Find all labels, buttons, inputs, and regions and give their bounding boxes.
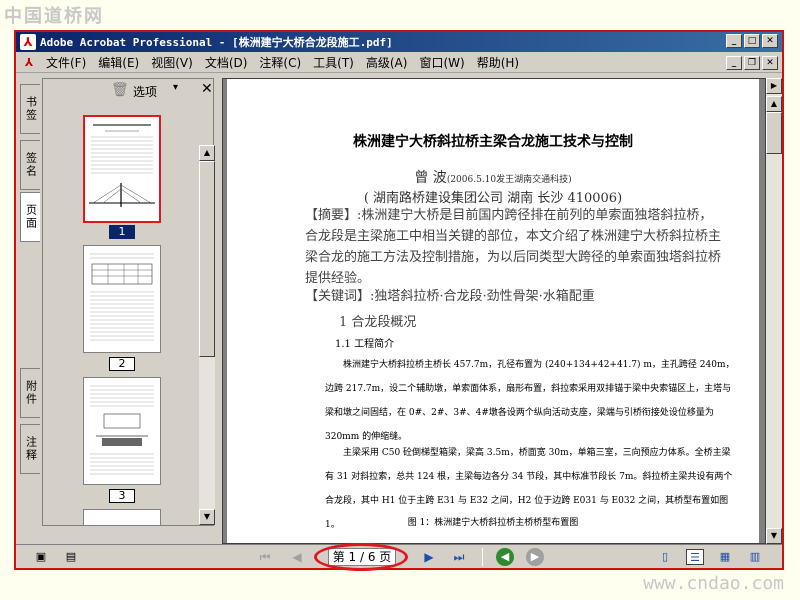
thumbnail-3-preview	[90, 385, 154, 475]
tab-comments[interactable]: 注释	[20, 424, 40, 474]
tab-pages[interactable]: 页面	[20, 192, 40, 242]
doc-scroll-up-icon[interactable]: ▲	[766, 96, 782, 112]
single-page-icon[interactable]: ▯	[656, 549, 674, 565]
close-icon[interactable]: ✕	[201, 81, 213, 97]
monitor-icon[interactable]: ▣	[32, 549, 50, 565]
title-bar: ⅄ Adobe Acrobat Professional - [株洲建宁大桥合龙…	[16, 32, 782, 52]
continuous-facing-icon[interactable]: ▥	[746, 549, 764, 565]
close-button[interactable]: ✕	[762, 34, 778, 48]
page-label-1[interactable]: 1	[109, 225, 135, 239]
menu-tools[interactable]: 工具(T)	[307, 54, 360, 71]
options-menu-label[interactable]: 选项	[133, 83, 157, 100]
previous-page-icon[interactable]: ◀	[288, 549, 306, 565]
scroll-up-icon[interactable]: ▲	[199, 145, 215, 161]
acrobat-app-icon: ⅄	[20, 34, 36, 50]
watermark-top: 中国道桥网	[4, 6, 104, 27]
minimize-button[interactable]: _	[726, 34, 742, 48]
page-thumbnail-3[interactable]	[83, 377, 161, 485]
document-title: 株洲建宁大桥斜拉桥主梁合龙施工技术与控制	[353, 134, 633, 150]
doc-scroll-down-icon[interactable]: ▼	[766, 528, 782, 544]
menu-document[interactable]: 文档(D)	[199, 54, 254, 71]
status-bar: ▣ ▤ ⏮ ◀ 第 1 / 6 页 ▶ ⏭ ◀ ▶ ▯ ☰ ▦ ▥	[16, 543, 782, 571]
page-thumbnail-4[interactable]	[83, 509, 161, 525]
menu-file[interactable]: 文件(F)	[40, 54, 92, 71]
page-thumbnails: 1 2 3	[43, 107, 198, 525]
chevron-down-icon[interactable]: ▾	[173, 82, 178, 93]
document-scrollbar[interactable]: ▶ ▲ ▼	[766, 78, 782, 544]
go-forward-icon[interactable]: ▶	[526, 548, 544, 566]
thumbnails-scrollbar[interactable]: ▲ ▼	[199, 145, 215, 525]
menu-bar: ⅄ 文件(F) 编辑(E) 视图(V) 文档(D) 注释(C) 工具(T) 高级…	[16, 53, 782, 73]
continuous-icon[interactable]: ☰	[686, 549, 704, 565]
pages-panel: 🗑 选项 ▾ ✕ 1 2 3 ▲ ▼	[42, 78, 215, 526]
document-window-controls: _ ❐ ✕	[726, 56, 778, 70]
doc-restore-button[interactable]: ❐	[744, 56, 760, 70]
document-menu-icon[interactable]: ⅄	[22, 56, 36, 70]
page-label-3[interactable]: 3	[109, 489, 135, 503]
navigation-tabs: 书签 签名 页面 附件 注释	[18, 78, 42, 526]
tab-signatures[interactable]: 签名	[20, 140, 40, 190]
tab-attachments[interactable]: 附件	[20, 368, 40, 418]
trash-icon[interactable]: 🗑	[111, 82, 129, 98]
maximize-button[interactable]: □	[744, 34, 760, 48]
author-name: 曾 波	[414, 170, 447, 186]
scroll-down-icon[interactable]: ▼	[199, 509, 215, 525]
document-icon[interactable]: ▤	[62, 549, 80, 565]
menu-advanced[interactable]: 高级(A)	[360, 54, 414, 71]
doc-close-button[interactable]: ✕	[762, 56, 778, 70]
doc-scrollbar-thumb[interactable]	[766, 112, 782, 154]
menu-window[interactable]: 窗口(W)	[413, 54, 470, 71]
watermark-bottom: www.cndao.com	[643, 573, 784, 594]
document-author: 曾 波(2006.5.10发王湖南交通科技)	[227, 167, 759, 187]
doc-minimize-button[interactable]: _	[726, 56, 742, 70]
thumbnail-1-preview	[85, 117, 159, 221]
document-keywords: 【关键词】:独塔斜拉桥·合龙段·劲性骨架·水箱配重	[305, 289, 595, 304]
document-abstract: 【摘要】:株洲建宁大桥是目前国内跨径排在前列的单索面独塔斜拉桥，合龙段是主梁施工…	[305, 208, 722, 286]
page-thumbnail-1[interactable]	[83, 115, 161, 223]
first-page-icon[interactable]: ⏮	[256, 549, 274, 565]
page-thumbnail-2[interactable]	[83, 245, 161, 353]
separator	[482, 548, 483, 566]
document-affiliation: ( 湖南路桥建设集团公司 湖南 长沙 410006)	[363, 191, 623, 206]
window-controls: _ □ ✕	[726, 34, 778, 48]
acrobat-window: ⅄ Adobe Acrobat Professional - [株洲建宁大桥合龙…	[14, 30, 784, 571]
doc-split-arrow-icon[interactable]: ▶	[766, 78, 782, 94]
menu-comments[interactable]: 注释(C)	[253, 54, 307, 71]
body-paragraph-1: 株洲建宁大桥斜拉桥主桥长 457.7m，孔径布置为 (240+134+42+41…	[325, 360, 735, 442]
pdf-page: 株洲建宁大桥斜拉桥主梁合龙施工技术与控制 曾 波(2006.5.10发王湖南交通…	[227, 79, 759, 543]
page-label-2[interactable]: 2	[109, 357, 135, 371]
last-page-icon[interactable]: ⏭	[450, 549, 468, 565]
menu-help[interactable]: 帮助(H)	[471, 54, 525, 71]
scrollbar-thumb[interactable]	[199, 161, 215, 357]
facing-icon[interactable]: ▦	[716, 549, 734, 565]
highlight-circle	[314, 543, 408, 571]
section-heading-1: 1 合龙段概况	[339, 315, 417, 330]
window-title: Adobe Acrobat Professional - [株洲建宁大桥合龙段施…	[40, 36, 393, 49]
next-page-icon[interactable]: ▶	[420, 549, 438, 565]
author-note: (2006.5.10发王湖南交通科技)	[446, 175, 572, 185]
menu-edit[interactable]: 编辑(E)	[92, 54, 145, 71]
thumbnail-2-preview	[90, 253, 154, 341]
go-back-icon[interactable]: ◀	[496, 548, 514, 566]
tab-bookmarks[interactable]: 书签	[20, 84, 40, 134]
pages-panel-header: 🗑 选项 ▾ ✕	[43, 79, 213, 101]
menu-view[interactable]: 视图(V)	[145, 54, 199, 71]
section-heading-1-1: 1.1 工程简介	[335, 339, 395, 350]
document-view: 株洲建宁大桥斜拉桥主梁合龙施工技术与控制 曾 波(2006.5.10发王湖南交通…	[222, 78, 766, 544]
figure-caption: 图 1：株洲建宁大桥斜拉桥主桥桥型布置图	[407, 518, 579, 528]
